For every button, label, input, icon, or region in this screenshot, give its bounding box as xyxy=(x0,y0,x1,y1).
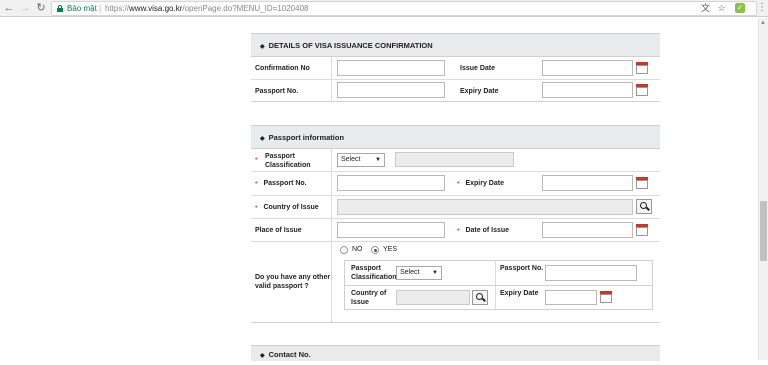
other-expiry-input[interactable] xyxy=(545,290,597,305)
calendar-icon[interactable] xyxy=(636,62,648,74)
date-of-issue-label: • Date of Issue xyxy=(457,227,510,234)
back-icon[interactable]: ← xyxy=(3,2,15,14)
place-of-issue-label: Place of Issue xyxy=(255,227,302,234)
browser-toolbar: ← → ↻ Bảo mật | https://www.visa.go.kr/o… xyxy=(0,0,768,17)
issue-date-input[interactable] xyxy=(542,60,633,76)
bullet-icon: ◆ xyxy=(260,136,265,142)
place-of-issue-input[interactable] xyxy=(337,222,445,238)
form-row: Place of Issue • Date of Issue xyxy=(251,219,660,242)
passport-information-section: ◆ Passport information • Passport Classifi… xyxy=(251,125,660,323)
other-passport-question: Do you have any other valid passport ? xyxy=(255,274,331,290)
bullet-icon: ◆ xyxy=(260,44,265,50)
calendar-icon[interactable] xyxy=(600,291,612,303)
form-row: • Passport Classification Select ▼ xyxy=(251,149,660,172)
secure-label: Bảo mật xyxy=(67,4,97,13)
confirmation-no-label: Confirmation No xyxy=(255,65,310,72)
expiry-date-label: • Expiry Date xyxy=(457,180,504,187)
form-row: Confirmation No Issue Date xyxy=(251,57,660,80)
other-country-label: Country of Issue xyxy=(351,290,387,306)
expiry-date-input[interactable] xyxy=(542,82,633,98)
section-title: ◆ Contact No. xyxy=(251,346,660,361)
issue-date-label: Issue Date xyxy=(460,65,496,72)
dropdown-caret-icon: ▼ xyxy=(432,270,438,276)
lock-icon xyxy=(57,5,63,12)
form-row: • Passport No. • Expiry Date xyxy=(251,172,660,196)
url-text[interactable]: https://www.visa.go.kr/openPage.do?MENU_… xyxy=(105,4,308,13)
country-of-issue-input xyxy=(337,199,633,215)
form-row: Do you have any other valid passport ? N… xyxy=(251,242,660,322)
radio-no[interactable] xyxy=(340,246,348,254)
dropdown-caret-icon: ▼ xyxy=(375,157,381,163)
calendar-icon[interactable] xyxy=(636,224,648,236)
other-passport-no-input[interactable] xyxy=(545,265,637,281)
radio-yes[interactable] xyxy=(371,246,379,254)
form-row: • Country of Issue xyxy=(251,196,660,219)
visa-issuance-section: ◆ DETAILS OF VISA ISSUANCE CONFIRMATION C… xyxy=(251,33,660,102)
contact-section: ◆ Contact No. xyxy=(251,345,660,361)
url-separator: | xyxy=(99,3,102,13)
passport-no-input[interactable] xyxy=(337,175,445,191)
radio-no-label: NO xyxy=(352,246,363,253)
scroll-thumb[interactable] xyxy=(760,201,767,261)
other-passport-no-label: Passport No. xyxy=(500,265,544,272)
passport-classification-label: • Passport Classification xyxy=(255,153,311,169)
search-icon[interactable] xyxy=(472,290,488,305)
extension-icon[interactable]: ✓ xyxy=(735,3,745,13)
other-expiry-label: Expiry Date xyxy=(500,290,539,297)
forward-icon[interactable]: → xyxy=(19,2,31,14)
radio-yes-label: YES xyxy=(383,246,398,253)
other-country-input xyxy=(396,290,470,305)
passport-classification-detail xyxy=(395,152,514,167)
passport-classification-select[interactable]: Select ▼ xyxy=(337,153,385,167)
address-bar[interactable]: Bảo mật | https://www.visa.go.kr/openPag… xyxy=(51,1,757,16)
bullet-icon: ◆ xyxy=(260,353,265,359)
search-icon[interactable] xyxy=(636,199,652,214)
other-passport-table: Passport Classification Select ▼ Passport… xyxy=(344,260,653,310)
page-scrollbar[interactable]: ▲ xyxy=(758,18,768,360)
passport-no-input[interactable] xyxy=(337,82,445,98)
calendar-icon[interactable] xyxy=(636,84,648,96)
section-title: ◆ Passport information xyxy=(251,126,660,149)
bookmark-star-icon[interactable]: ☆ xyxy=(716,3,727,14)
other-passport-row: Country of Issue Expiry Date xyxy=(345,286,652,310)
form-row: Passport No. Expiry Date xyxy=(251,80,660,102)
passport-no-label: • Passport No. xyxy=(255,180,307,187)
confirmation-no-input[interactable] xyxy=(337,60,445,76)
other-passport-row: Passport Classification Select ▼ Passport… xyxy=(345,261,652,286)
other-classification-label: Passport Classification xyxy=(351,265,397,281)
calendar-icon[interactable] xyxy=(636,177,648,189)
reload-icon[interactable]: ↻ xyxy=(35,2,47,14)
passport-no-label: Passport No. xyxy=(255,88,299,95)
other-classification-select[interactable]: Select ▼ xyxy=(396,266,442,280)
country-of-issue-label: • Country of Issue xyxy=(255,204,319,211)
scroll-up-icon[interactable]: ▲ xyxy=(760,20,766,26)
expiry-date-label: Expiry Date xyxy=(460,88,499,95)
translate-icon[interactable]: 文 xyxy=(700,3,711,14)
browser-menu-icon[interactable]: ⋮ xyxy=(757,2,767,13)
expiry-date-input[interactable] xyxy=(542,175,633,191)
date-of-issue-input[interactable] xyxy=(542,222,633,238)
section-title: ◆ DETAILS OF VISA ISSUANCE CONFIRMATION xyxy=(251,34,660,57)
